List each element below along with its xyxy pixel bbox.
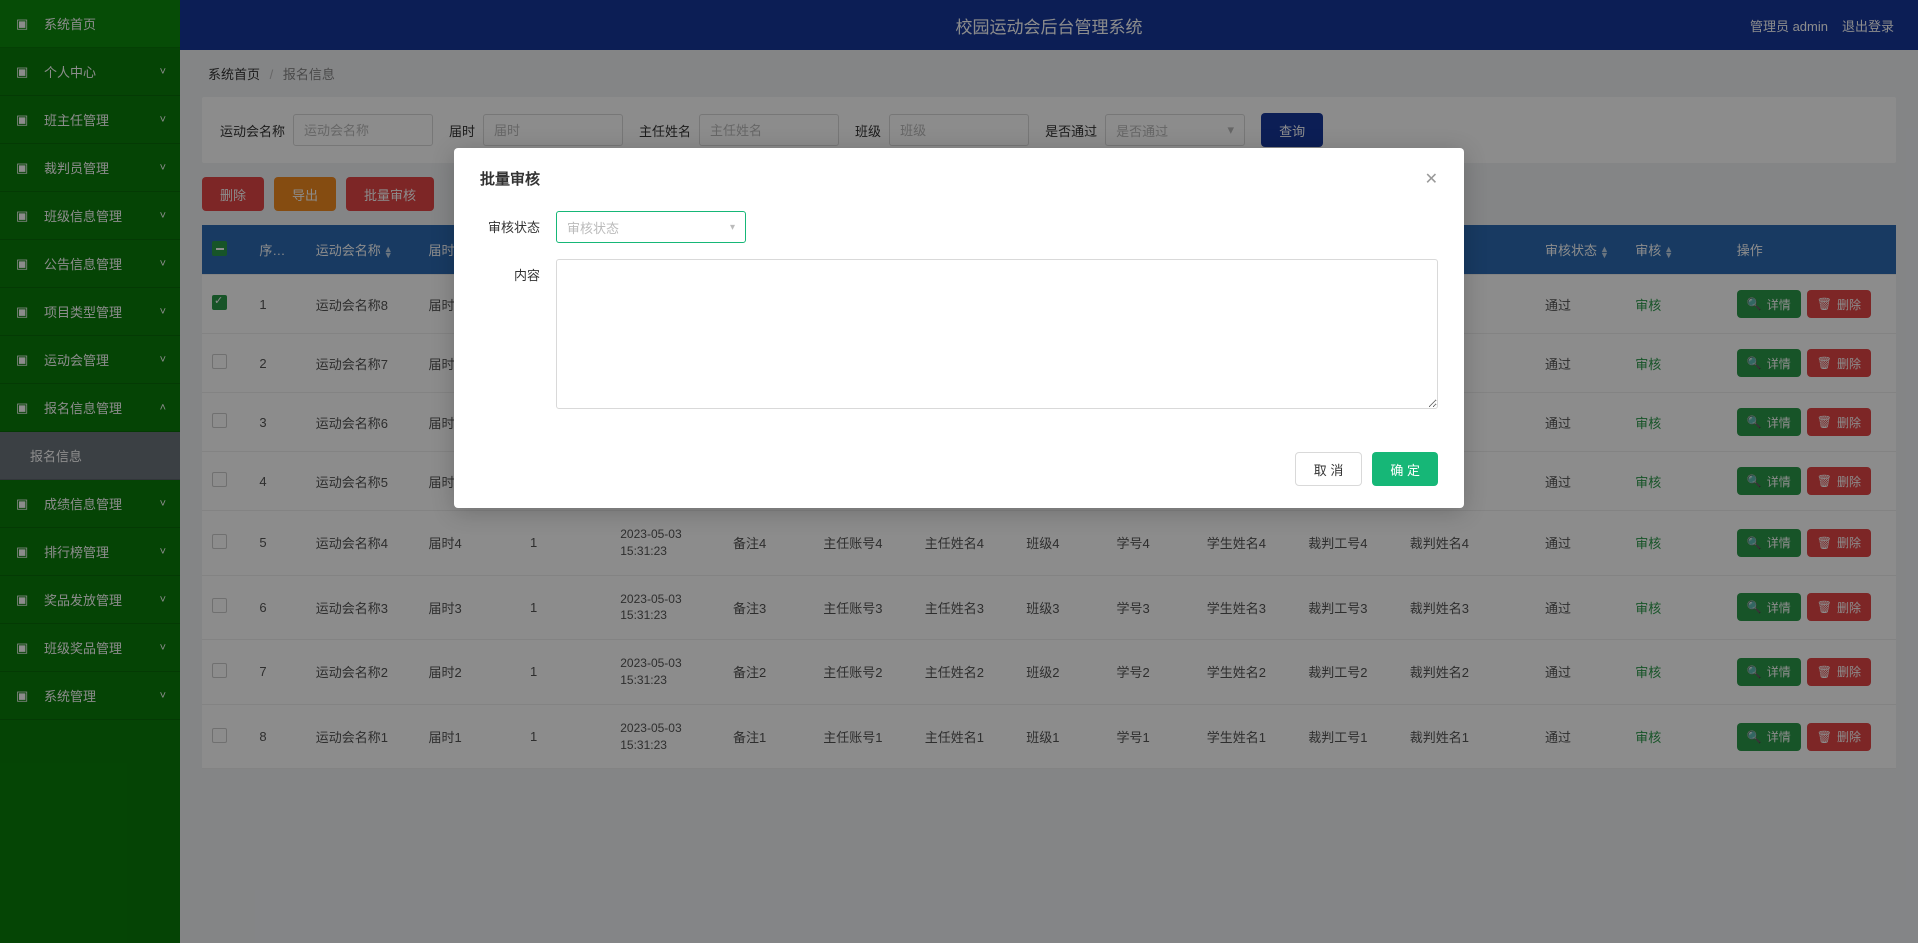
review-status-select[interactable]: 审核状态 ▾ xyxy=(556,211,746,243)
modal-title: 批量审核 xyxy=(480,168,540,189)
confirm-button[interactable]: 确 定 xyxy=(1372,452,1438,486)
close-icon[interactable]: ✕ xyxy=(1425,169,1438,189)
review-content-label: 内容 xyxy=(480,259,556,284)
chevron-down-icon: ▾ xyxy=(730,222,735,233)
batch-review-modal: 批量审核 ✕ 审核状态 审核状态 ▾ 内容 xyxy=(454,148,1464,508)
review-status-label: 审核状态 xyxy=(480,211,556,236)
cancel-button[interactable]: 取 消 xyxy=(1295,452,1363,486)
modal-overlay[interactable]: 批量审核 ✕ 审核状态 审核状态 ▾ 内容 xyxy=(0,0,1918,943)
review-content-textarea[interactable] xyxy=(556,259,1438,409)
